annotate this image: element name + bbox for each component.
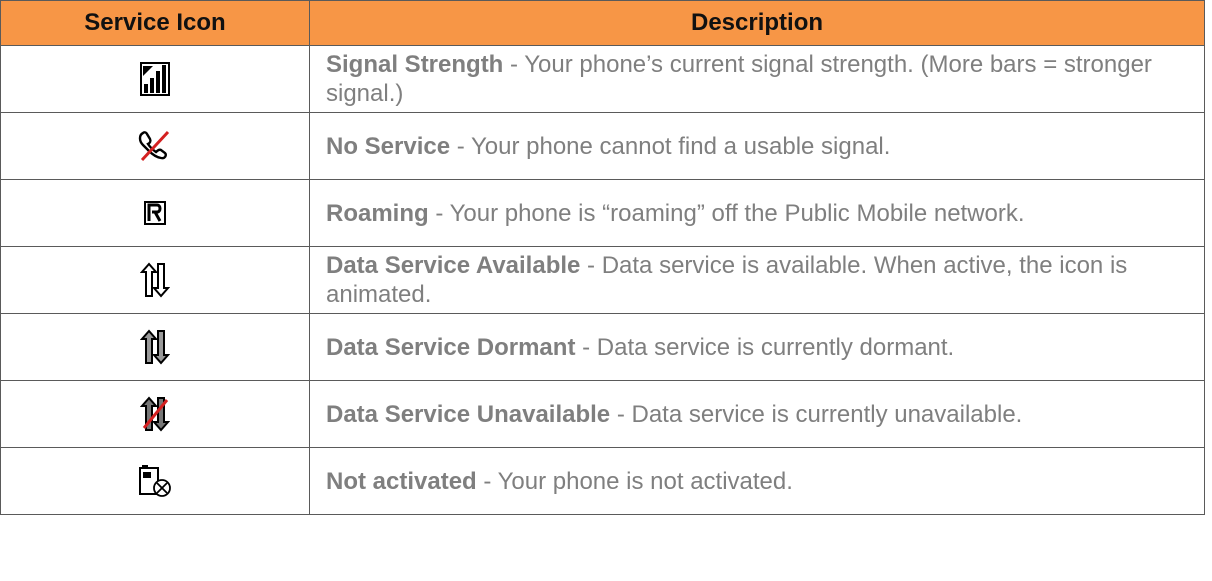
data-service-dormant-icon: [140, 329, 170, 365]
row-text: - Your phone cannot find a usable signal…: [450, 132, 891, 160]
table-row: Data Service Available - Data service is…: [0, 246, 1205, 314]
table-row: Signal Strength - Your phone’s current s…: [0, 45, 1205, 113]
row-title: Signal Strength: [326, 51, 504, 78]
icon-cell: [0, 45, 310, 113]
icon-cell: [0, 447, 310, 515]
row-text: - Your phone is not activated.: [476, 467, 793, 495]
table-row: Data Service Unavailable - Data service …: [0, 380, 1205, 448]
icon-cell: [0, 380, 310, 448]
row-text: - Data service is currently unavailable.: [610, 400, 1023, 428]
table-row: Data Service Dormant - Data service is c…: [0, 313, 1205, 381]
row-title: Not activated: [326, 467, 477, 495]
not-activated-icon: [138, 465, 172, 497]
row-text: - Your phone is “roaming” off the Public…: [428, 199, 1025, 227]
description-cell: Signal Strength - Your phone’s current s…: [309, 45, 1205, 113]
service-icon-table: Service Icon Description Signal Strength…: [0, 0, 1205, 515]
description-cell: Data Service Dormant - Data service is c…: [309, 313, 1205, 381]
table-row: Roaming - Your phone is “roaming” off th…: [0, 179, 1205, 247]
data-service-available-icon: [140, 262, 170, 298]
table-row: No Service - Your phone cannot find a us…: [0, 112, 1205, 180]
column-header-description: Description: [309, 0, 1205, 46]
description-cell: Roaming - Your phone is “roaming” off th…: [309, 179, 1205, 247]
row-title: Data Service Dormant: [326, 333, 576, 361]
icon-cell: [0, 179, 310, 247]
description-cell: Not activated - Your phone is not activa…: [309, 447, 1205, 515]
signal-strength-icon: [140, 62, 170, 96]
row-title: No Service: [326, 132, 451, 160]
description-cell: No Service - Your phone cannot find a us…: [309, 112, 1205, 180]
roaming-icon: [144, 201, 166, 225]
row-title: Data Service Unavailable: [326, 400, 611, 428]
data-service-unavailable-icon: [140, 396, 170, 432]
description-cell: Data Service Unavailable - Data service …: [309, 380, 1205, 448]
icon-cell: [0, 112, 310, 180]
no-service-icon: [137, 130, 173, 162]
table-header-row: Service Icon Description: [0, 0, 1205, 46]
description-cell: Data Service Available - Data service is…: [309, 246, 1205, 314]
table-row: Not activated - Your phone is not activa…: [0, 447, 1205, 515]
column-header-service-icon: Service Icon: [0, 0, 310, 46]
row-title: Data Service Available: [326, 252, 581, 279]
icon-cell: [0, 313, 310, 381]
icon-cell: [0, 246, 310, 314]
row-text: - Data service is currently dormant.: [575, 333, 955, 361]
row-title: Roaming: [326, 199, 429, 227]
